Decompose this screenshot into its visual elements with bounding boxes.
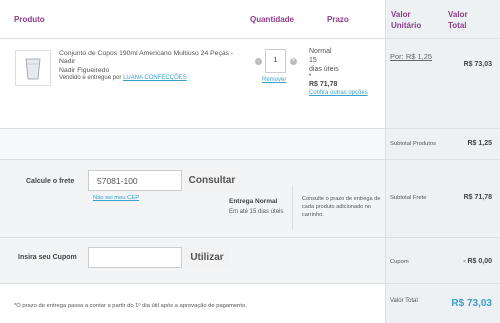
remove-link[interactable]: Remover [262,77,286,83]
item-total-price: R$ 73,03 [463,61,492,68]
total-label: Valor Total [390,298,418,304]
consultar-button[interactable]: Consultar [184,170,240,191]
product-name[interactable]: Conjunto de Copos 190ml Americano Multiu… [59,50,244,66]
coupon-input[interactable] [88,247,182,268]
delivery-time: Em até 15 dias úteis [229,209,284,215]
shipping-days: 15 [309,57,317,64]
glass-icon [25,58,41,80]
seller-prefix: Vendido e entregue por [59,75,122,81]
subtotal-freight-label: Subtotal Frete [390,195,427,201]
delivery-note: Consulte o prazo de entrega de cada prod… [302,196,381,218]
total-value: R$ 73,03 [451,298,492,309]
coupon-label: Insira seu Cupom [18,254,77,261]
shipping-price: R$ 71,78 [309,81,338,88]
freight-label: Calcule o frete [26,178,75,185]
header-total-value: Valor Total [448,10,468,30]
header-unit-value: Valor Unitário [391,10,422,30]
cart-header: Produto Quantidade Prazo Valor Unitário … [0,0,500,38]
other-shipping-options-link[interactable]: Confira outras opções [309,90,368,96]
summary-column [385,0,500,323]
cep-input[interactable]: 57081-100 [88,170,182,191]
unit-price: Por: R$ 1,25 [390,52,433,61]
coupon-summary-value: - R$ 0,00 [463,258,492,265]
seller-line: Vendido e entregue por LUANA CONFECÇÕES [59,75,187,81]
quantity-increase-button[interactable]: + [290,58,297,65]
header-quantity: Quantidade [250,15,295,24]
header-deadline: Prazo [327,15,349,24]
product-image[interactable] [15,50,51,86]
utilizar-button[interactable]: Utilizar [184,247,230,268]
product-brand: Nadir Figueiredo [59,67,110,74]
quantity-decrease-button[interactable]: - [255,58,262,65]
coupon-summary-label: Cupom [390,259,409,265]
quantity-input[interactable]: 1 [265,49,286,73]
dont-know-cep-link[interactable]: Não sei meu CEP [93,195,139,201]
delivery-type: Entrega Normal [229,198,278,205]
delivery-footnote: *O prazo de entrega passa a contar a par… [14,303,247,309]
subtotal-freight-value: R$ 71,78 [463,194,492,201]
header-product: Produto [14,15,45,24]
seller-link[interactable]: LUANA CONFECÇÕES [123,75,187,81]
subtotal-products-value: R$ 1,25 [467,140,492,147]
shipping-days-label: dias úteis [309,66,339,73]
shipping-type: Normal [309,48,332,55]
shipping-bullet: • [309,73,312,79]
